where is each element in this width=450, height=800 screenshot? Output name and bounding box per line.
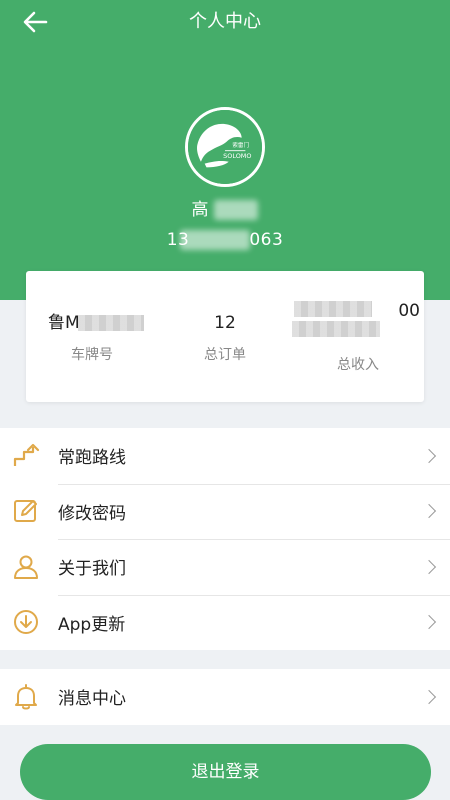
plate-redaction [78,315,144,331]
orders-label: 总订单 [204,347,246,363]
route-icon [13,443,40,466]
menu-label-app-update: App更新 [58,614,126,635]
download-icon [14,610,38,635]
income-label: 总收入 [337,357,379,373]
edit-password-icon [14,500,37,523]
menu-item-messages[interactable]: 消息中心 [0,669,450,725]
income-redaction-1 [294,301,372,317]
menu-label-messages: 消息中心 [58,689,126,710]
user-icon [14,555,38,579]
menu-group-main: 常跑路线 修改密码 关于我们 App更新 [0,428,450,650]
phone-redaction [180,230,250,250]
logout-button[interactable]: 退出登录 [20,744,431,800]
page-title: 个人中心 [189,11,261,32]
solomo-logo-icon: 索雷门 SOLOMO [188,110,262,184]
chevron-right-icon [421,504,437,519]
menu-label-routes: 常跑路线 [58,448,126,469]
menu-item-change-password[interactable]: 修改密码 [0,483,450,540]
menu-item-about[interactable]: 关于我们 [0,539,450,595]
plate-label: 车牌号 [71,347,113,363]
orders-value: 12 [214,313,236,333]
chevron-right-icon [421,615,437,630]
menu-label-change-password: 修改密码 [58,503,126,524]
logo-text-cn: 索雷门 [232,141,249,149]
income-redaction-2 [292,321,380,337]
stat-income: 00 总收入 [292,271,424,402]
chevron-right-icon [421,559,437,574]
name-redaction [214,200,258,220]
logo-text-en: SOLOMO [223,152,251,160]
stat-orders: 12 总订单 [158,271,292,402]
stats-card: 鲁M 车牌号 12 总订单 00 总收入 [26,271,424,402]
menu-item-app-update[interactable]: App更新 [0,594,450,651]
bell-icon [15,683,37,710]
avatar[interactable]: 索雷门 SOLOMO [185,107,265,187]
menu-item-routes[interactable]: 常跑路线 [0,428,450,484]
stat-plate: 鲁M 车牌号 [26,271,158,402]
profile-header: 个人中心 索雷门 SOLOMO 高 13 063 [0,0,450,300]
menu-group-messages: 消息中心 [0,669,450,725]
menu-label-about: 关于我们 [58,559,126,580]
chevron-right-icon [421,448,437,463]
chevron-right-icon [421,689,437,704]
